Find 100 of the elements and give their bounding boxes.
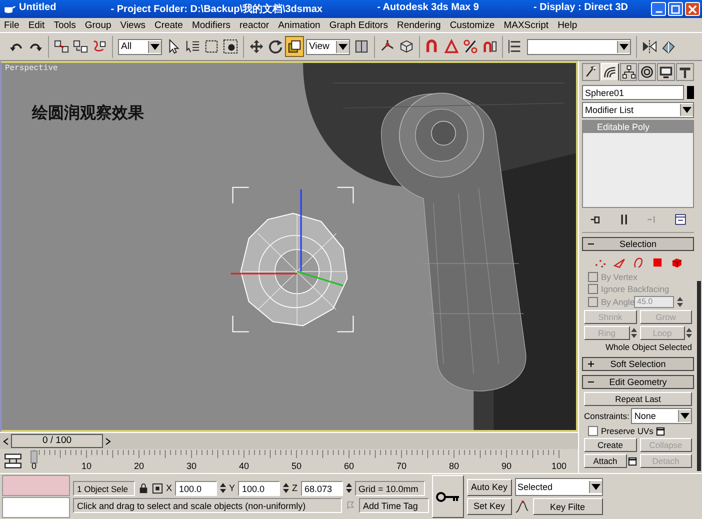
menu-item[interactable]: Customize (450, 20, 495, 30)
constraints-label: Constraints: (584, 411, 630, 421)
create-tab[interactable] (582, 63, 600, 81)
key-icon (436, 490, 460, 502)
spinner-icon[interactable] (677, 296, 683, 308)
hierarchy-tab[interactable] (620, 63, 638, 81)
time-tag-button[interactable]: Add Time Tag (359, 498, 429, 512)
auto-key-button[interactable]: Auto Key (467, 478, 512, 496)
border-icon (632, 256, 644, 268)
toolbar-dropdown[interactable] (527, 38, 631, 54)
hierarchy-icon (622, 65, 636, 79)
menu-item[interactable]: Group (84, 20, 112, 30)
modifier-list-dropdown[interactable]: Modifier List (582, 102, 694, 118)
pivot-icon (354, 39, 369, 54)
select-list-icon (185, 39, 200, 54)
panel-button[interactable]: Attach (584, 454, 626, 468)
selection-set-icon (508, 39, 523, 54)
caret-icon (680, 104, 693, 116)
configure-icon[interactable] (674, 213, 686, 226)
set-key-button[interactable]: Set Key (467, 498, 512, 514)
toolbar-dropdown[interactable]: View (306, 38, 350, 54)
menu-item[interactable]: Edit (28, 20, 45, 30)
menu-item[interactable]: MAXScript (504, 20, 549, 30)
caret-icon (588, 481, 602, 493)
caret-right-icon[interactable] (105, 436, 111, 446)
axis-label: Z (292, 483, 298, 493)
panel-scrollbar[interactable] (697, 281, 701, 471)
hammer-tab[interactable] (676, 63, 694, 81)
panel-button[interactable]: Create (584, 438, 636, 452)
listener-field[interactable] (2, 475, 70, 496)
caret-icon (678, 410, 691, 422)
constraints-dropdown[interactable]: None (631, 408, 692, 424)
element-icon (670, 256, 682, 268)
coordinate-field[interactable]: 100.0 (238, 480, 280, 496)
close-button[interactable] (685, 2, 700, 16)
menu-item[interactable]: reactor (240, 20, 270, 30)
modify-tab[interactable] (600, 63, 619, 81)
window-title: Untitled (19, 2, 56, 15)
menu-item[interactable]: Views (120, 20, 146, 30)
axis-label: Y (229, 483, 236, 493)
caret-left-icon[interactable] (3, 436, 9, 446)
display-tab[interactable] (657, 63, 676, 81)
menu-item[interactable]: Modifiers (192, 20, 231, 30)
spinner-snap-icon (482, 39, 497, 54)
menu-item[interactable]: Help (558, 20, 578, 30)
time-slider[interactable]: 0 / 100 (0, 432, 578, 449)
plus-icon (587, 360, 595, 368)
rectangle-selection-icon (204, 39, 219, 54)
rollout-header[interactable]: Selection (582, 237, 694, 251)
caret-icon (336, 40, 349, 52)
bind-icon (92, 39, 107, 54)
object-color-swatch[interactable] (687, 86, 694, 99)
menu-item[interactable]: Tools (54, 20, 76, 30)
checkbox-label: By Vertex (601, 272, 638, 282)
modify-icon (602, 65, 617, 79)
lock-icon[interactable] (138, 482, 149, 494)
unlink-icon (73, 39, 88, 54)
spinner-icon[interactable] (220, 482, 226, 494)
absolute-mode-icon[interactable] (152, 482, 163, 494)
caret-icon (617, 40, 630, 52)
time-slider-thumb[interactable]: 0 / 100 (11, 434, 103, 448)
scale-button[interactable] (285, 36, 304, 57)
rollout-header[interactable]: Edit Geometry (582, 375, 694, 389)
mirror-icon (642, 39, 657, 54)
menu-item[interactable]: Create (154, 20, 183, 30)
viewport-caption: 绘圆润观察效果 (32, 103, 144, 124)
key-filters-button[interactable]: Key Filte (532, 498, 603, 515)
curve-editor-icon[interactable] (4, 452, 22, 470)
rollout-header[interactable]: Soft Selection (582, 357, 694, 371)
toolbar-dropdown[interactable]: All (118, 38, 162, 54)
repeat-last-button[interactable]: Repeat Last (584, 392, 692, 406)
spinner-icon[interactable] (283, 482, 290, 494)
perspective-viewport[interactable]: Perspective 绘圆润观察效果 (0, 61, 578, 432)
minimize-button[interactable] (651, 2, 666, 16)
menu-item[interactable]: Animation (278, 20, 320, 30)
checkbox-label: Ignore Backfacing (601, 284, 670, 294)
track-bar[interactable]: 0 10 20 30 40 50 60 70 80 90 100 (26, 450, 566, 472)
key-curve-icon[interactable] (514, 500, 529, 514)
window-title: - Project Folder: D:\Backup\我的文档\3dsmax (110, 2, 322, 16)
scale-icon (287, 39, 302, 54)
window-title: - Autodesk 3ds Max 9 (377, 2, 479, 15)
settings-icon[interactable] (656, 426, 666, 436)
settings-icon[interactable] (628, 456, 636, 466)
menu-item[interactable]: Graph Editors (329, 20, 388, 30)
coordinate-field[interactable]: 100.0 (175, 480, 218, 496)
polygon-icon (650, 256, 664, 268)
object-name-field[interactable]: Sphere01 (582, 85, 684, 100)
coordinate-field[interactable]: 68.073 (300, 480, 343, 496)
set-keys-key-button[interactable] (432, 475, 464, 518)
listener-field[interactable] (2, 497, 70, 518)
key-mode-dropdown[interactable]: Selected (514, 478, 603, 496)
align-icon (661, 39, 676, 54)
motion-icon (640, 65, 654, 79)
menu-item[interactable]: File (4, 20, 20, 30)
menu-item[interactable]: Rendering (396, 20, 441, 30)
maximize-button[interactable] (668, 2, 683, 16)
spinner-icon[interactable] (346, 482, 352, 494)
percent-snap-icon (463, 39, 478, 54)
motion-tab[interactable] (638, 63, 656, 81)
checkbox[interactable] (588, 426, 598, 436)
